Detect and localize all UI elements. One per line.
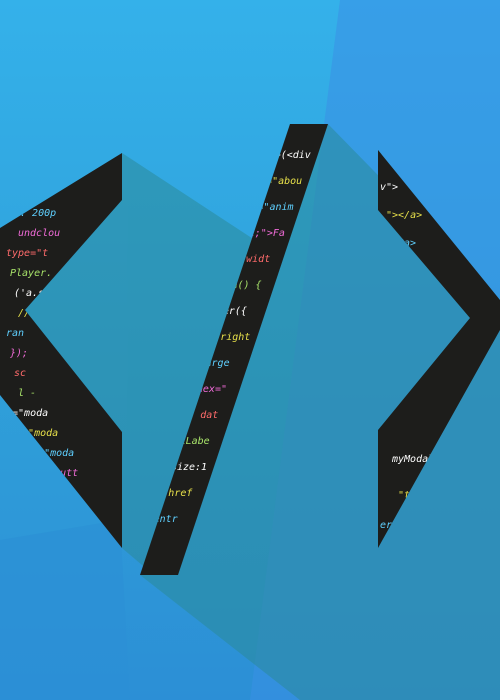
code-line: "></a> [386, 210, 422, 221]
code-line: l - [18, 388, 36, 399]
hero-graphic: <div cl style="h: 200pundcloutype="tPlay… [0, 0, 500, 700]
code-line: v"> [380, 182, 398, 193]
code-line: undclou [18, 228, 60, 239]
code-brackets-icon: <div cl style="h: 200pundcloutype="tPlay… [0, 0, 500, 700]
code-line: ran [6, 328, 24, 339]
code-line: sc [14, 368, 26, 379]
code-line: type="t [6, 248, 48, 259]
background-shade [0, 520, 130, 700]
code-line: }); [9, 348, 28, 359]
code-line: Player. [10, 268, 52, 279]
